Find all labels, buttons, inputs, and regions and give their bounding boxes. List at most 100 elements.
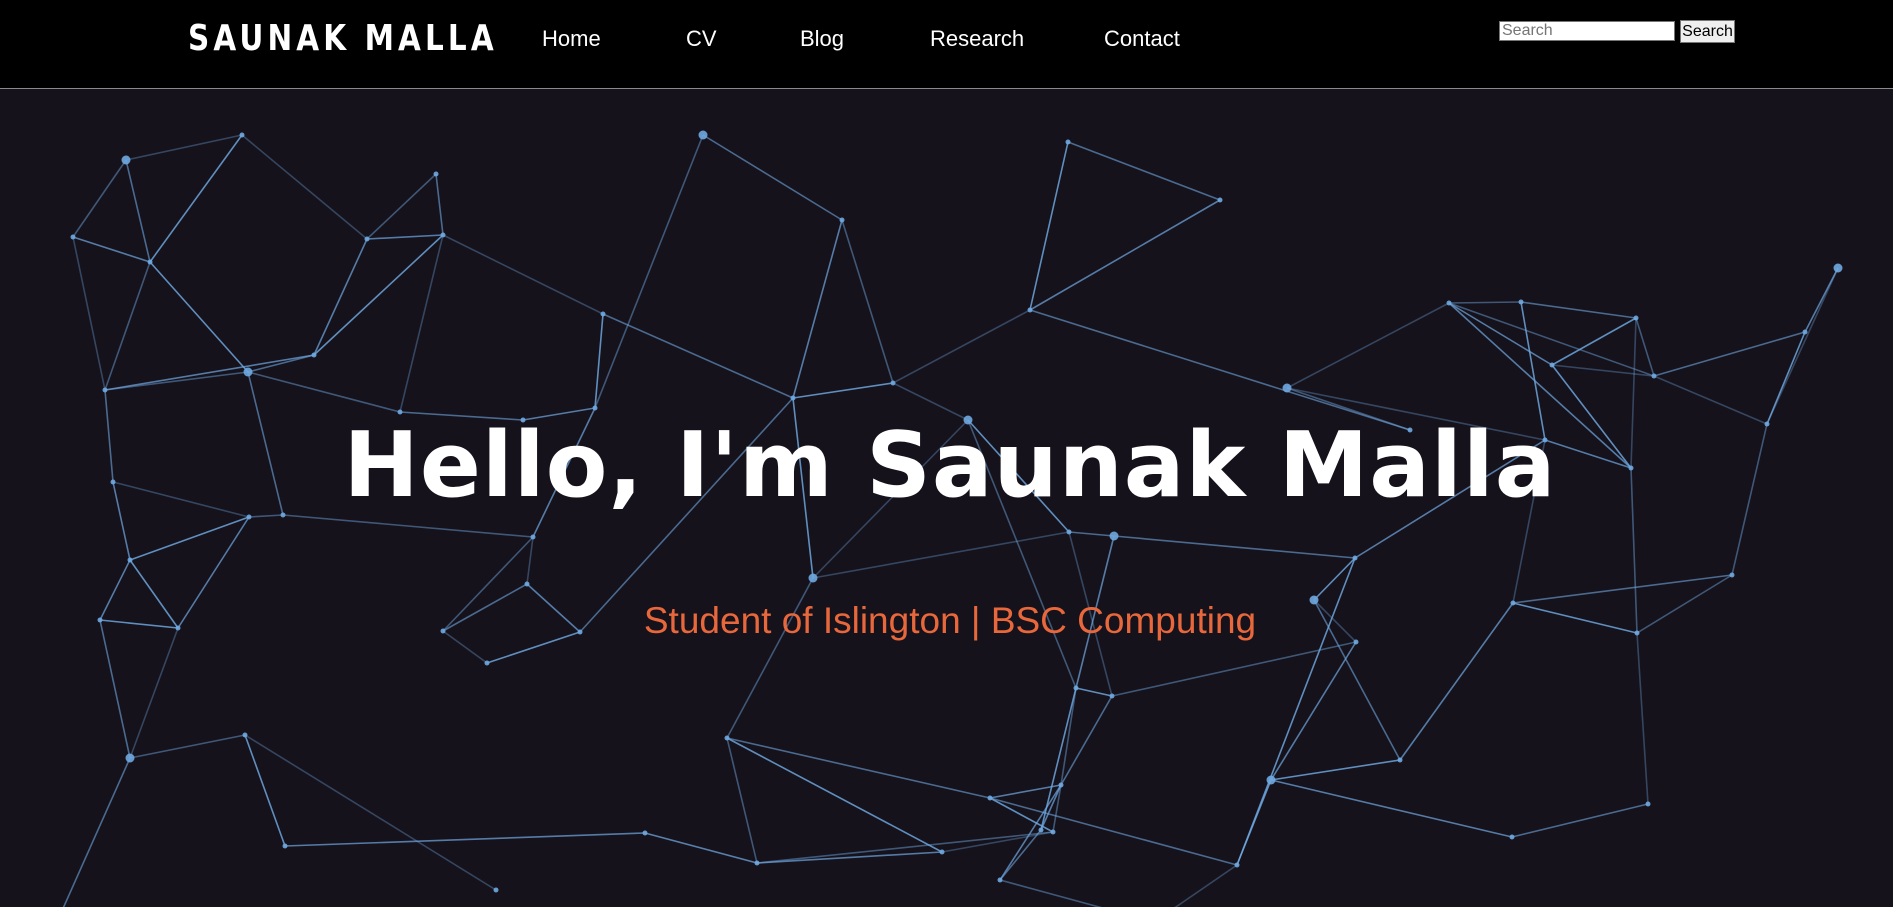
network-node (1397, 757, 1403, 763)
nav-link-research[interactable]: Research (930, 26, 1024, 52)
network-line (129, 627, 179, 759)
network-line (1040, 687, 1077, 831)
network-line (1270, 641, 1357, 781)
network-node (890, 380, 896, 386)
network-line (1512, 574, 1733, 604)
network-line (594, 134, 704, 409)
network-node (600, 311, 606, 317)
network-line (247, 371, 401, 413)
network-line (792, 382, 894, 399)
network-line (1636, 632, 1649, 805)
nav-link-home[interactable]: Home (542, 26, 601, 52)
network-line (726, 737, 758, 864)
network-node (1109, 531, 1119, 541)
network-line (1635, 317, 1655, 377)
network-node (239, 132, 245, 138)
network-node (808, 573, 818, 583)
nav-link-contact[interactable]: Contact (1104, 26, 1180, 52)
network-node (440, 232, 446, 238)
network-node (839, 217, 845, 223)
network-line (644, 832, 758, 864)
network-node (311, 352, 317, 358)
network-line (284, 832, 646, 847)
network-node (282, 843, 288, 849)
network-line (1313, 557, 1356, 601)
network-line (1029, 141, 1069, 311)
network-node (790, 395, 796, 401)
network-line (282, 514, 534, 538)
network-line (841, 219, 894, 384)
network-line (104, 371, 249, 391)
network-line (149, 134, 243, 263)
network-node (1645, 801, 1651, 807)
network-node (997, 877, 1003, 883)
network-line (526, 536, 534, 585)
network-line (726, 737, 943, 853)
network-line (129, 516, 250, 561)
network-node (1729, 572, 1735, 578)
network-node (1217, 197, 1223, 203)
network-line (129, 734, 246, 759)
network-node (127, 557, 133, 563)
network-line (702, 134, 843, 221)
network-node (433, 171, 439, 177)
network-line (104, 354, 315, 391)
network-node (70, 234, 76, 240)
network-node (1509, 834, 1515, 840)
network-line (1520, 301, 1637, 319)
network-line (602, 313, 794, 399)
network-line (1075, 687, 1113, 697)
network-node (1833, 263, 1843, 273)
network-node (1446, 300, 1452, 306)
network-line (244, 734, 286, 847)
network-node (493, 887, 499, 893)
network-line (125, 134, 243, 161)
network-node (754, 860, 760, 866)
nav-link-cv[interactable]: CV (686, 26, 717, 52)
network-line (244, 734, 497, 891)
network-line (1174, 864, 1238, 907)
network-line (1286, 302, 1450, 389)
network-line (241, 134, 368, 240)
network-line (72, 159, 127, 238)
nav-link-blog[interactable]: Blog (800, 26, 844, 52)
network-node (1065, 139, 1071, 145)
network-line (1068, 531, 1115, 537)
network-line (1653, 331, 1806, 377)
network-line (399, 234, 444, 413)
network-node (1066, 529, 1072, 535)
site-logo[interactable]: SAUNAK MALLA (188, 18, 498, 59)
network-line (104, 261, 151, 391)
network-node (364, 236, 370, 242)
search-input[interactable] (1499, 21, 1675, 41)
network-line (1067, 141, 1221, 201)
network-node (530, 534, 536, 540)
network-line (72, 236, 151, 263)
hero-section: Hello, I'm Saunak Malla Student of Islin… (0, 90, 1893, 907)
network-line (1551, 317, 1637, 366)
network-line (435, 173, 444, 236)
network-line (313, 234, 444, 356)
network-line (792, 219, 843, 399)
network-line (726, 737, 991, 799)
network-line (989, 797, 1238, 866)
network-node (1109, 693, 1115, 699)
network-line (442, 234, 604, 315)
network-line (62, 757, 131, 907)
network-node (1802, 329, 1808, 335)
network-line (756, 831, 1054, 864)
network-node (1518, 299, 1524, 305)
network-line (366, 234, 444, 240)
network-node (698, 130, 708, 140)
network-node (642, 830, 648, 836)
network-node (147, 259, 153, 265)
network-node (242, 732, 248, 738)
search-button[interactable]: Search (1680, 20, 1735, 43)
network-node (592, 405, 598, 411)
network-line (1270, 779, 1513, 838)
network-node (1050, 829, 1056, 835)
network-node (1234, 862, 1240, 868)
network-node (1266, 775, 1276, 785)
network-node (1038, 827, 1044, 833)
network-node (1651, 373, 1657, 379)
